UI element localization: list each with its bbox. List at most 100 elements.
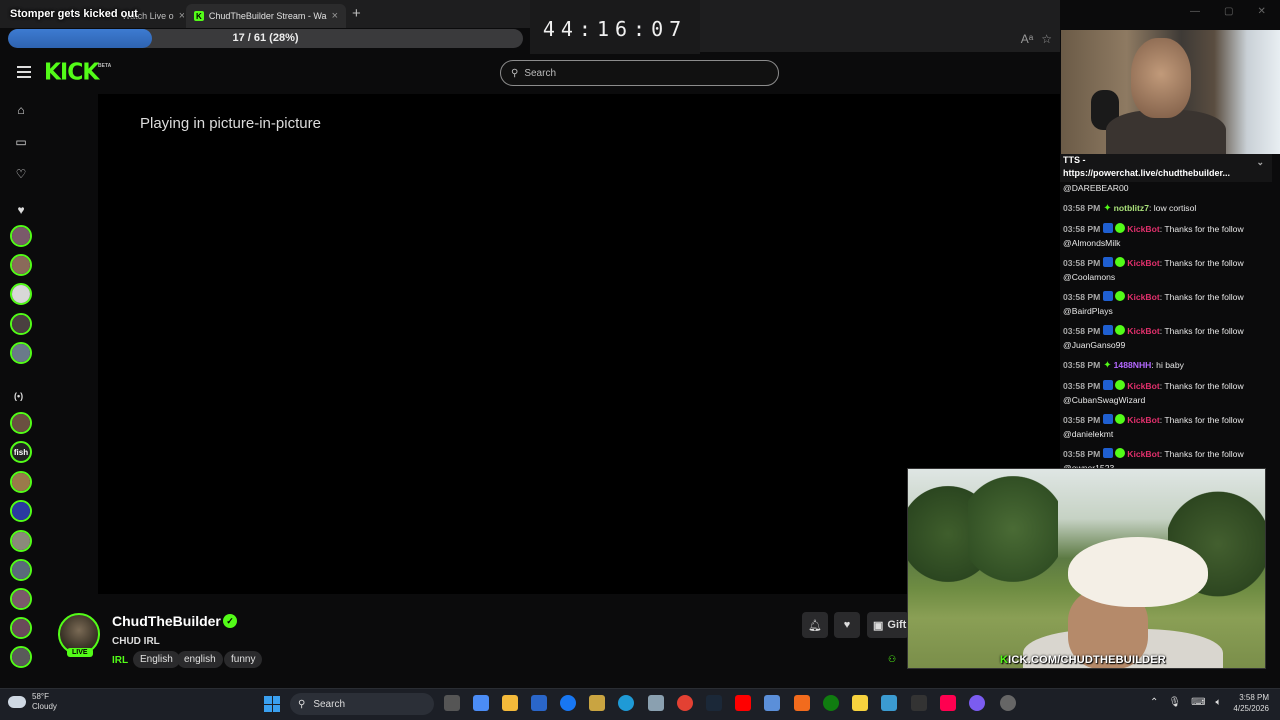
chat-username[interactable]: notblitz7	[1114, 203, 1149, 213]
task-view-icon[interactable]	[444, 695, 460, 711]
chat-message: 03:58 PMKickBot: Thanks for the follow @…	[1063, 324, 1275, 352]
streamer-webcam-overlay	[1061, 30, 1280, 160]
chevron-up-icon[interactable]: ⌃	[1150, 697, 1158, 708]
live-channel-avatar[interactable]	[10, 471, 32, 493]
chat-message: 03:58 PMKickBot: Thanks for the follow @…	[1063, 413, 1275, 441]
gift-subs-button[interactable]: ▣ Gift	[867, 612, 909, 638]
chat-message: @DAREBEAR00	[1063, 183, 1129, 193]
bot-badge-icon	[1103, 325, 1114, 335]
live-channel-avatar[interactable]	[10, 412, 32, 434]
live-channel-avatar[interactable]	[10, 588, 32, 610]
stream-tag[interactable]: funny	[224, 651, 263, 668]
weather-desc: Cloudy	[32, 702, 57, 711]
chat-text: : hi baby	[1151, 360, 1184, 370]
chat-username[interactable]: KickBot	[1127, 224, 1159, 234]
verified-badge-icon	[1115, 380, 1126, 390]
steam-icon[interactable]	[706, 695, 722, 711]
followed-channel-avatar[interactable]	[10, 283, 32, 305]
kick-logo[interactable]: KICK	[44, 59, 99, 85]
taskbar-search[interactable]: ⚲ Search	[290, 693, 434, 715]
channel-name[interactable]: ChudTheBuilder	[112, 613, 221, 629]
copilot-icon[interactable]	[473, 695, 489, 711]
xbox-icon[interactable]	[823, 695, 839, 711]
app-icon[interactable]	[881, 695, 897, 711]
stream-tag[interactable]: english	[177, 651, 223, 668]
tiktok-icon[interactable]	[940, 695, 956, 711]
microphone-icon[interactable]: 🎙︎	[1168, 697, 1181, 708]
chat-username[interactable]: 1488NHH	[1114, 360, 1152, 370]
irl-camera-overlay: KICK.COM/CHUDTHEBUILDER	[907, 468, 1266, 669]
file-explorer-icon[interactable]	[502, 695, 518, 711]
chat-username[interactable]: KickBot	[1127, 449, 1159, 459]
app-icon[interactable]	[911, 695, 927, 711]
windows-start-icon[interactable]	[264, 696, 280, 712]
chat-username[interactable]: KickBot	[1127, 381, 1159, 391]
stream-category[interactable]: IRL	[112, 655, 128, 666]
search-input[interactable]: ⚲ Search	[500, 60, 779, 86]
live-channel-avatar[interactable]: fish	[10, 441, 32, 463]
app-icon[interactable]	[764, 695, 780, 711]
live-channel-avatar[interactable]	[10, 530, 32, 552]
chat-username[interactable]: KickBot	[1127, 326, 1159, 336]
store-icon[interactable]	[531, 695, 547, 711]
tab-close-icon[interactable]: ×	[332, 10, 338, 22]
stream-tag[interactable]: English	[133, 651, 180, 668]
chat-username[interactable]: KickBot	[1127, 292, 1159, 302]
windows-taskbar	[0, 688, 1280, 720]
edge-browser-icon[interactable]	[618, 695, 634, 711]
app-icon[interactable]	[794, 695, 810, 711]
new-tab-button[interactable]: +	[352, 5, 361, 22]
chat-username[interactable]: KickBot	[1127, 415, 1159, 425]
tab-close-icon[interactable]: ×	[179, 10, 184, 22]
maximize-icon[interactable]: ▢	[1224, 6, 1233, 17]
app-icon[interactable]	[589, 695, 605, 711]
live-channel-avatar[interactable]	[10, 559, 32, 581]
app-icon[interactable]	[1000, 695, 1016, 711]
followed-channel-avatar[interactable]	[10, 225, 32, 247]
chat-message: 03:58 PM ✦ notblitz7: low cortisol	[1063, 201, 1275, 216]
minimize-icon[interactable]: —	[1190, 6, 1200, 17]
favorite-star-icon[interactable]: ☆	[1041, 32, 1052, 46]
close-window-icon[interactable]: ✕	[1257, 6, 1265, 17]
bell-icon: 🔔︎	[808, 619, 822, 632]
followed-channel-avatar[interactable]	[10, 254, 32, 276]
sticky-notes-icon[interactable]	[852, 695, 868, 711]
app-icon[interactable]	[969, 695, 985, 711]
follow-heart-button[interactable]: ♥	[834, 612, 860, 638]
volume-icon[interactable]: 🔈︎	[1216, 697, 1222, 708]
live-channel-avatar[interactable]	[10, 500, 32, 522]
verified-badge-icon	[1115, 257, 1126, 267]
followed-channel-avatar[interactable]	[10, 342, 32, 364]
chat-username[interactable]: KickBot	[1127, 258, 1159, 268]
facebook-icon[interactable]	[560, 695, 576, 711]
weather-widget[interactable]: 58°F Cloudy	[8, 692, 57, 712]
browse-icon[interactable]: ▭	[12, 133, 30, 151]
subscriber-badge-icon: ✦	[1103, 203, 1112, 214]
youtube-icon[interactable]	[735, 695, 751, 711]
heart-icon: ♥	[843, 619, 851, 631]
channel-watermark: KICK.COM/CHUDTHEBUILDER	[1000, 654, 1166, 666]
chat-timestamp: 03:58 PM	[1063, 292, 1101, 302]
calculator-icon[interactable]	[648, 695, 664, 711]
following-heart-icon[interactable]: ♡	[12, 165, 30, 183]
verified-badge-icon: ✓	[223, 614, 237, 628]
browser-tab-chud-stream[interactable]: K ChudTheBuilder Stream - Wa ×	[186, 4, 346, 28]
read-aloud-icon[interactable]: Aᵃ	[1021, 32, 1033, 46]
live-channel-avatar[interactable]	[10, 617, 32, 639]
menu-hamburger-icon[interactable]	[17, 66, 31, 81]
pinned-tts-message[interactable]: TTS - https://powerchat.live/chudthebuil…	[1060, 154, 1272, 182]
live-channel-avatar[interactable]	[10, 646, 32, 668]
search-placeholder: Search	[524, 67, 557, 79]
followed-channel-avatar[interactable]	[10, 313, 32, 335]
home-icon[interactable]: ⌂	[12, 101, 30, 119]
chevron-down-icon[interactable]: ⌄	[1256, 157, 1264, 168]
bot-badge-icon	[1103, 414, 1114, 424]
left-sidebar: ⌂ ▭ ♡ ♥ (•) fish	[0, 94, 42, 684]
tts-link[interactable]: https://powerchat.live/chudthebuilder...	[1063, 168, 1253, 178]
network-icon[interactable]: ⌨	[1191, 697, 1205, 708]
chrome-icon[interactable]	[677, 695, 693, 711]
taskbar-clock[interactable]: 3:58 PM 4/25/2026	[1225, 692, 1269, 714]
notification-bell-button[interactable]: 🔔︎	[802, 612, 828, 638]
cloud-icon	[8, 696, 26, 708]
chat-timestamp: 03:58 PM	[1063, 203, 1101, 213]
